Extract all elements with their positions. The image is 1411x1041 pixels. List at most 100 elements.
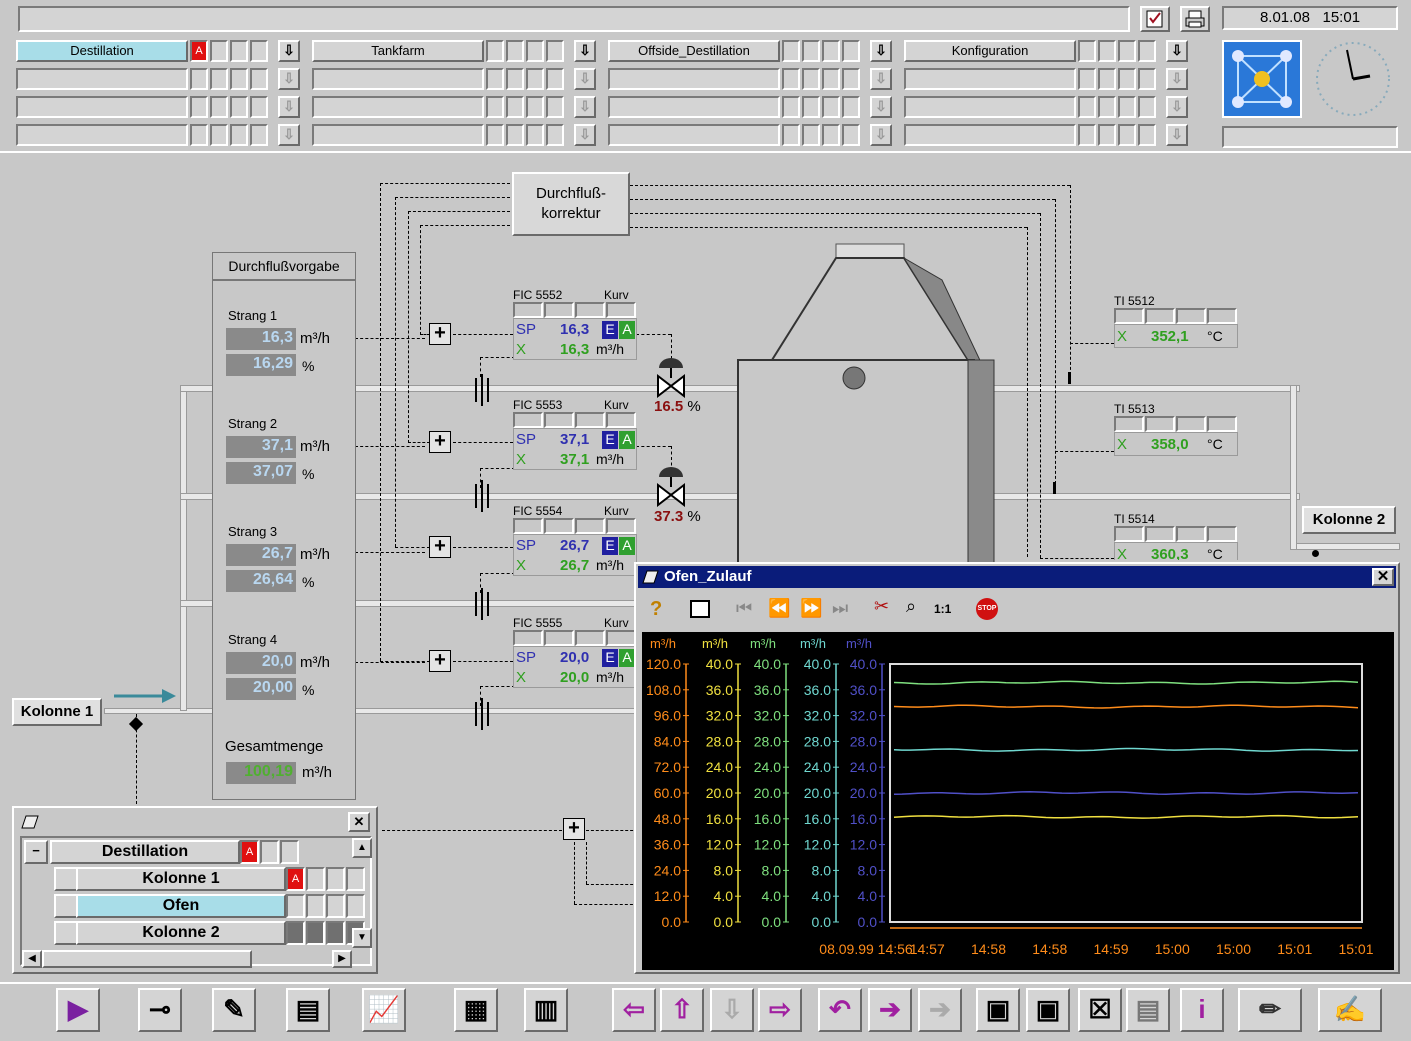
forward-icon[interactable]: ⏩ — [800, 598, 822, 619]
tree-window-titlebar[interactable]: ✕ — [16, 810, 374, 834]
goto-button[interactable]: ➔ — [868, 988, 912, 1032]
area-button-r0-c2[interactable]: Offside_Destillation ⇩ — [608, 40, 898, 62]
last-icon[interactable]: ⏭ — [832, 598, 848, 619]
control-valve-2[interactable] — [654, 467, 688, 507]
zoom-reset[interactable]: 1:1 — [934, 602, 951, 616]
stop-icon[interactable]: STOP — [976, 598, 998, 620]
arrow-down-button[interactable]: ⇩ — [710, 988, 754, 1032]
area-button-r0-c3[interactable]: Konfiguration ⇩ — [904, 40, 1194, 62]
fic-setpoint[interactable]: 37,1 — [560, 431, 589, 448]
tree-node-label[interactable]: Kolonne 2 — [76, 921, 286, 945]
tree-scroll-left[interactable]: ◀ — [22, 950, 42, 968]
tree-scroll-up[interactable]: ▲ — [352, 838, 372, 858]
trend-chart[interactable]: m³/h 120.0 108.0 96.0 84.0 72.0 60.0 48.0 36.0 24… — [642, 632, 1394, 970]
area-button-r1-c2[interactable]: ⇩ — [608, 68, 898, 90]
trend-plot-area[interactable]: m³/h 120.0 108.0 96.0 84.0 72.0 60.0 48.0 36.0 24… — [642, 632, 1394, 970]
plant-tree-window[interactable]: ✕ − Destillation A Kolonne 1 A Ofen Kolonne 2 … — [12, 806, 378, 974]
tree-hscroll-thumb[interactable] — [42, 950, 252, 968]
first-icon[interactable]: ⏮ — [736, 598, 752, 619]
fic-mode-a[interactable]: A — [619, 537, 635, 555]
tree-scroll-down[interactable]: ▼ — [352, 928, 372, 948]
area-down-button[interactable]: ⇩ — [1166, 40, 1188, 62]
strand-flow-value[interactable]: 26,7 — [226, 544, 296, 566]
signature-button[interactable]: ✍ — [1318, 988, 1382, 1032]
fic-setpoint[interactable]: 20,0 — [560, 649, 589, 666]
area-label[interactable] — [312, 96, 484, 118]
goto-disabled-button[interactable]: ➔ — [918, 988, 962, 1032]
arrow-left-button[interactable]: ⇦ — [612, 988, 656, 1032]
fic-curve-link[interactable]: Kurv — [604, 616, 629, 630]
fic-mode-a[interactable]: A — [619, 431, 635, 449]
pencil-button[interactable]: ✏ — [1238, 988, 1302, 1032]
area-button-r3-c2[interactable]: ⇩ — [608, 124, 898, 146]
area-down-button[interactable]: ⇩ — [574, 40, 596, 62]
area-button-r3-c3[interactable]: ⇩ — [904, 124, 1194, 146]
tree-collapse-toggle[interactable]: − — [24, 840, 48, 864]
info-button[interactable]: i — [1180, 988, 1224, 1032]
kolonne-2-button[interactable]: Kolonne 2 — [1302, 506, 1396, 534]
area-down-button[interactable]: ⇩ — [278, 96, 300, 118]
area-button-r0-c0[interactable]: Destillation A ⇩ — [16, 40, 306, 62]
print-button[interactable] — [1180, 6, 1210, 32]
strand-percent-value[interactable]: 37,07 — [226, 462, 296, 484]
fic-curve-link[interactable]: Kurv — [604, 288, 629, 302]
tree-node-label[interactable]: Kolonne 1 — [76, 867, 286, 891]
strand-flow-value[interactable]: 16,3 — [226, 328, 296, 350]
trend-button[interactable]: 📈 — [362, 988, 406, 1032]
area-button-r1-c0[interactable]: ⇩ — [16, 68, 306, 90]
fic-mode-e[interactable]: E — [602, 537, 618, 555]
table-icon[interactable] — [690, 600, 710, 618]
area-label[interactable] — [904, 68, 1076, 90]
strand-flow-value[interactable]: 20,0 — [226, 652, 296, 674]
strand-flow-value[interactable]: 37,1 — [226, 436, 296, 458]
area-label[interactable] — [904, 124, 1076, 146]
area-button-r2-c1[interactable]: ⇩ — [312, 96, 602, 118]
area-button-r3-c0[interactable]: ⇩ — [16, 124, 306, 146]
print-list-button[interactable]: ▤ — [286, 988, 330, 1032]
fic-mode-e[interactable]: E — [602, 649, 618, 667]
area-down-button[interactable]: ⇩ — [574, 96, 596, 118]
area-label[interactable] — [904, 96, 1076, 118]
arrow-up-button[interactable]: ⇧ — [660, 988, 704, 1032]
area-label[interactable] — [608, 68, 780, 90]
screen-print-button[interactable]: ▦ — [454, 988, 498, 1032]
kolonne-1-button[interactable]: Kolonne 1 — [12, 698, 102, 726]
fic-mode-a[interactable]: A — [619, 321, 635, 339]
window-back-button[interactable]: ▣ — [1026, 988, 1070, 1032]
notepad-button[interactable]: ✎ — [212, 988, 256, 1032]
area-label[interactable]: Tankfarm — [312, 40, 484, 62]
temperature-indicator[interactable]: TI 5513 X 358,0 °C — [1114, 402, 1238, 466]
tree-node-label[interactable]: Destillation — [50, 840, 240, 864]
area-button-r2-c2[interactable]: ⇩ — [608, 96, 898, 118]
close-window-button[interactable]: ☒ — [1078, 988, 1122, 1032]
curve-select-icon[interactable]: ✂ — [874, 596, 889, 617]
area-down-button[interactable]: ⇩ — [1166, 96, 1188, 118]
area-button-r2-c3[interactable]: ⇩ — [904, 96, 1194, 118]
key-button[interactable]: ⊸ — [138, 988, 182, 1032]
tree-close-button[interactable]: ✕ — [348, 812, 370, 832]
area-down-button[interactable]: ⇩ — [870, 68, 892, 90]
strand-percent-value[interactable]: 20,00 — [226, 678, 296, 700]
area-down-button[interactable]: ⇩ — [870, 96, 892, 118]
fic-curve-link[interactable]: Kurv — [604, 504, 629, 518]
screen-p-button[interactable]: ▥ — [524, 988, 568, 1032]
tree-node-label[interactable]: Ofen — [76, 894, 286, 918]
fic-setpoint[interactable]: 16,3 — [560, 321, 589, 338]
system-logo[interactable] — [1222, 40, 1302, 118]
area-button-r1-c3[interactable]: ⇩ — [904, 68, 1194, 90]
temperature-indicator[interactable]: TI 5514 X 360,3 °C — [1114, 512, 1238, 560]
area-down-button[interactable]: ⇩ — [278, 68, 300, 90]
area-label[interactable] — [312, 124, 484, 146]
area-label[interactable] — [16, 124, 188, 146]
control-valve-1[interactable] — [654, 358, 688, 398]
temperature-indicator[interactable]: TI 5512 X 352,1 °C — [1114, 294, 1238, 358]
play-button[interactable]: ▶ — [56, 988, 100, 1032]
area-label[interactable] — [312, 68, 484, 90]
area-button-r3-c1[interactable]: ⇩ — [312, 124, 602, 146]
area-down-button[interactable]: ⇩ — [574, 124, 596, 146]
rewind-icon[interactable]: ⏪ — [768, 598, 790, 619]
fic-curve-link[interactable]: Kurv — [604, 398, 629, 412]
area-down-button[interactable]: ⇩ — [870, 124, 892, 146]
area-label[interactable] — [608, 124, 780, 146]
area-button-r1-c1[interactable]: ⇩ — [312, 68, 602, 90]
